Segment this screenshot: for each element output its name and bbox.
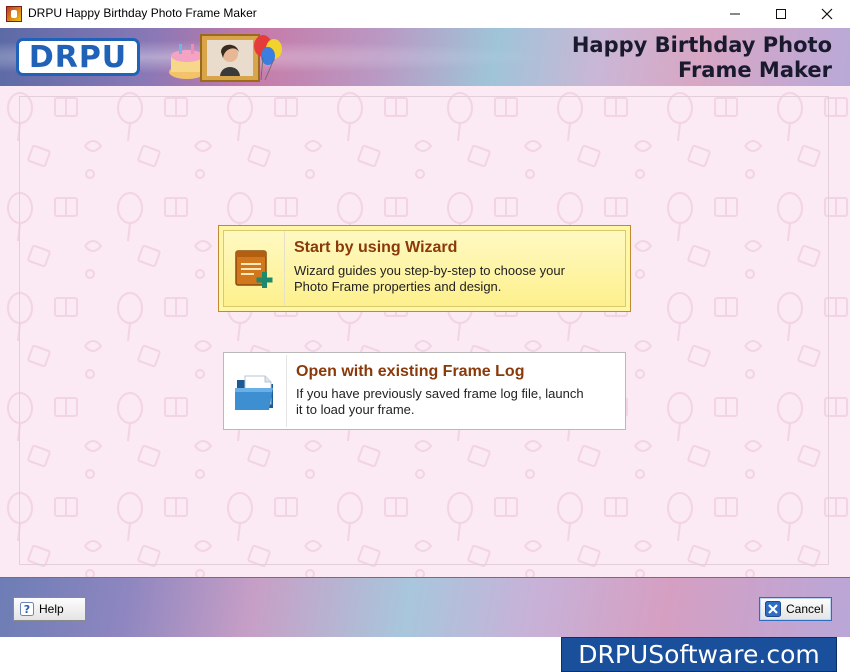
wizard-option-description: Wizard guides you step-by-step to choose… (294, 263, 614, 295)
help-label: Help (39, 602, 64, 616)
frame-log-desc-line2: it to load your frame. (296, 402, 415, 417)
open-frame-log-option[interactable]: Open with existing Frame Log If you have… (223, 352, 626, 430)
app-title: Happy Birthday Photo Frame Maker (572, 33, 832, 83)
folder-icon-cell (226, 355, 287, 427)
frame-log-option-description: If you have previously saved frame log f… (296, 386, 616, 418)
help-icon: ? (20, 602, 34, 616)
header-banner: DRPU Happy Birthday Photo Frame Maker (0, 28, 850, 86)
main-area: Start by using Wizard Wizard guides you … (0, 86, 850, 577)
wizard-document-plus-icon (235, 249, 273, 288)
content-panel (19, 96, 829, 565)
title-bar: DRPU Happy Birthday Photo Frame Maker (0, 0, 850, 29)
maximize-icon (776, 9, 786, 19)
footer-bar: ? Help Cancel (0, 577, 850, 638)
start-wizard-option[interactable]: Start by using Wizard Wizard guides you … (218, 225, 631, 312)
wizard-desc-line1: Wizard guides you step-by-step to choose… (294, 263, 565, 278)
wizard-desc-line2: Photo Frame properties and design. (294, 279, 502, 294)
birthday-photo-art-icon (169, 34, 282, 82)
minimize-button[interactable] (712, 0, 758, 28)
app-title-line1: Happy Birthday Photo (571, 33, 832, 57)
open-folder-icon (235, 375, 273, 410)
app-title-line2: Frame Maker (677, 58, 832, 82)
cancel-button[interactable]: Cancel (759, 597, 832, 621)
app-icon (6, 6, 22, 22)
cancel-label: Cancel (786, 602, 824, 616)
maximize-button[interactable] (758, 0, 804, 28)
wizard-icon-cell (224, 231, 285, 306)
drpu-logo: DRPU (16, 38, 140, 76)
drpusoftware-brand: DRPUSoftware.com (561, 637, 837, 672)
brand-text: DRPUSoftware.com (578, 640, 820, 669)
help-button[interactable]: ? Help (13, 597, 86, 621)
close-button[interactable] (804, 0, 850, 28)
cancel-icon (765, 601, 781, 617)
wizard-option-title: Start by using Wizard (294, 239, 458, 256)
frame-log-desc-line1: If you have previously saved frame log f… (296, 386, 584, 401)
logo-text: DRPU (28, 39, 128, 75)
window-title: DRPU Happy Birthday Photo Frame Maker (28, 6, 257, 20)
minimize-icon (730, 13, 740, 15)
frame-log-option-title: Open with existing Frame Log (296, 363, 525, 380)
svg-text:?: ? (24, 603, 30, 616)
close-icon (821, 8, 833, 20)
